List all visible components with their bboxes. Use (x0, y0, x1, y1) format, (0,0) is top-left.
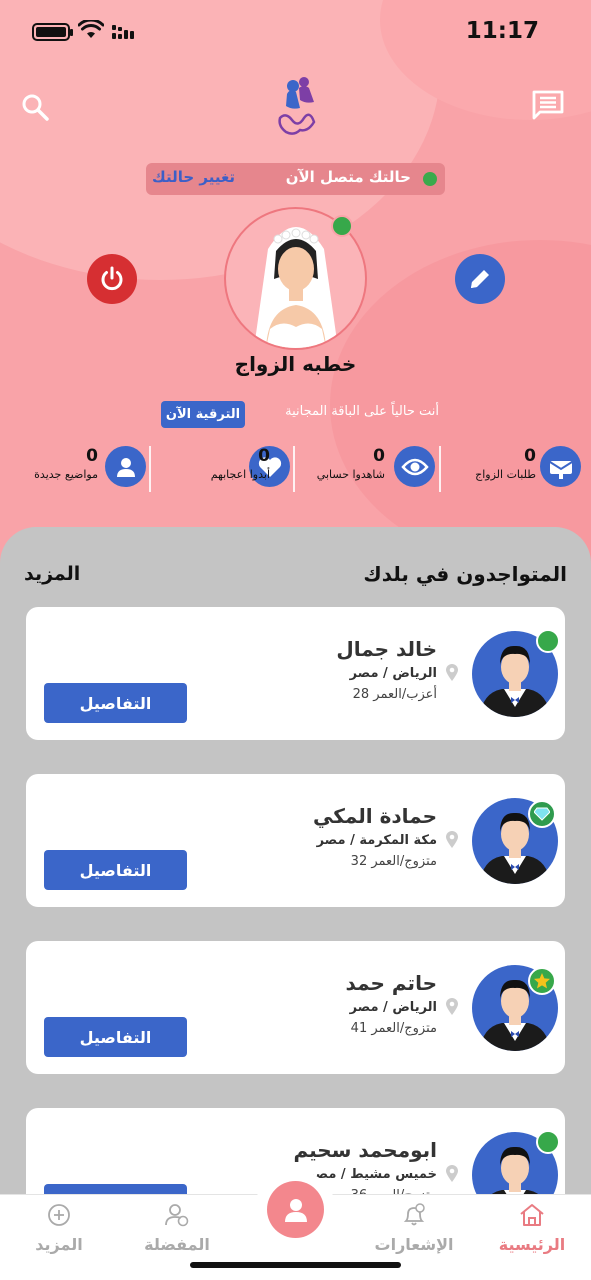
home-icon (520, 1204, 544, 1226)
member-location: الرياض / مصر (349, 998, 458, 1015)
member-name: ابومحمد سحيم (293, 1138, 437, 1162)
profile-fab-button[interactable] (267, 1181, 324, 1238)
member-location: مكة المكرمة / مصر (316, 831, 458, 848)
app-logo (278, 77, 316, 135)
stat-new-topics[interactable]: 0 مواضيع جديدة (0, 444, 148, 490)
cellular-signal-icon (112, 25, 134, 39)
nav-more-label: المزيد (35, 1235, 83, 1254)
member-name: خالد جمال (336, 637, 437, 661)
online-indicator (331, 215, 353, 237)
user-icon (105, 446, 146, 487)
search-icon (22, 94, 49, 121)
location-pin-icon (446, 1165, 458, 1182)
profile-name: خطبه الزواج (234, 352, 357, 376)
details-button[interactable]: التفاصيل (44, 1017, 187, 1057)
nav-favorites-label: المفضلة (144, 1235, 210, 1254)
member-card[interactable]: خالد جمال الرياض / مصر أعزب/العمر 28 الت… (26, 607, 565, 740)
stat-value: 0 (258, 446, 270, 466)
location-pin-icon (446, 664, 458, 681)
stat-profile-views[interactable]: 0 شاهدوا حسابي (296, 444, 438, 490)
power-icon (101, 266, 123, 291)
nav-home[interactable]: الرئيسية (482, 1203, 582, 1254)
details-button[interactable]: التفاصيل (44, 850, 187, 890)
nav-more[interactable]: المزيد (9, 1203, 109, 1254)
stats-row: 0 طلبات الزواج 0 شاهدوا حسابي 0 أبدوا اع… (0, 444, 591, 492)
member-status-age: أعزب/العمر 28 (352, 687, 437, 702)
eye-icon (394, 446, 435, 487)
online-indicator (536, 629, 560, 653)
bell-icon (403, 1203, 425, 1226)
online-indicator (423, 172, 437, 186)
search-button[interactable] (18, 90, 52, 124)
clock: 11:17 (465, 18, 539, 44)
mailbox-icon (540, 446, 581, 487)
member-status-age: متزوج/العمر 41 (350, 1021, 437, 1036)
stat-marriage-requests[interactable]: 0 طلبات الزواج (440, 444, 591, 490)
stat-label: طلبات الزواج (475, 468, 536, 481)
stat-divider (439, 446, 441, 492)
member-name: حمادة المكي (312, 804, 437, 828)
member-location-text: مكة المكرمة / مصر (316, 833, 437, 848)
member-status-age: متزوج/العمر 32 (350, 854, 437, 869)
home-indicator (190, 1262, 401, 1268)
nav-notifications[interactable]: الإشعارات (364, 1203, 464, 1254)
nav-favorites[interactable]: المفضلة (127, 1203, 227, 1254)
user-icon (284, 1198, 307, 1222)
member-location-text: الرياض / مصر (349, 666, 437, 681)
online-status-bar: حالتك متصل الآن تغيير حالتك (146, 163, 445, 195)
plus-circle-icon (48, 1204, 70, 1226)
stat-value: 0 (86, 446, 98, 466)
battery-icon (32, 23, 73, 41)
nav-notifications-label: الإشعارات (374, 1235, 454, 1254)
member-card[interactable]: حمادة المكي مكة المكرمة / مصر متزوج/العم… (26, 774, 565, 907)
pencil-icon (471, 270, 489, 288)
user-favorite-icon (165, 1204, 189, 1227)
stat-likes[interactable]: 0 أبدوا اعجابهم (150, 444, 292, 490)
member-location-text: الرياض / مصر (349, 1000, 437, 1015)
message-icon (532, 90, 564, 120)
details-button[interactable]: التفاصيل (44, 683, 187, 723)
stat-divider (149, 446, 151, 492)
system-status-bar: 11:17 (0, 0, 591, 64)
stat-label: مواضيع جديدة (34, 468, 98, 481)
section-title: المتواجدون في بلدك (363, 562, 567, 586)
nav-home-label: الرئيسية (498, 1235, 566, 1254)
location-pin-icon (446, 998, 458, 1015)
edit-profile-button[interactable] (455, 254, 505, 304)
logout-button[interactable] (87, 254, 137, 304)
package-info: أنت حالياً على الباقة المجانية (285, 404, 439, 419)
messages-button[interactable] (530, 88, 566, 122)
member-name: حاتم حمد (345, 971, 437, 995)
wifi-icon (78, 20, 104, 38)
profile-header: 11:17 حالتك متصل الآن تغيير حالتك خطبه ا… (0, 0, 591, 600)
diamond-badge-icon (528, 800, 556, 828)
member-card[interactable]: حاتم حمد الرياض / مصر متزوج/العمر 41 الت… (26, 941, 565, 1074)
stat-value: 0 (524, 446, 536, 466)
stat-label: أبدوا اعجابهم (210, 468, 270, 481)
status-text: حالتك متصل الآن (285, 168, 411, 186)
member-location-text: خميس مشيط / مصر (307, 1167, 437, 1182)
more-link[interactable]: المزيد (24, 563, 80, 585)
star-badge-icon (528, 967, 556, 995)
upgrade-button[interactable]: الترقية الآن (161, 401, 245, 428)
stat-divider (293, 446, 295, 492)
change-status-link[interactable]: تغيير حالتك (152, 168, 235, 186)
online-indicator (536, 1130, 560, 1154)
stat-label: شاهدوا حسابي (316, 468, 385, 481)
location-pin-icon (446, 831, 458, 848)
member-location: الرياض / مصر (349, 664, 458, 681)
stat-value: 0 (373, 446, 385, 466)
member-location: خميس مشيط / مصر (307, 1165, 458, 1182)
